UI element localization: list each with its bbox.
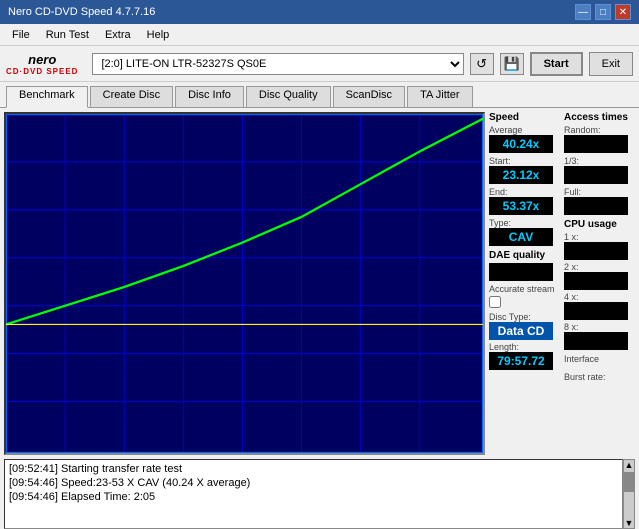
length-value: 79:57.72 bbox=[489, 352, 553, 370]
full-label: Full: bbox=[564, 187, 635, 197]
menu-extra[interactable]: Extra bbox=[97, 27, 139, 43]
burst-rate-label: Burst rate: bbox=[564, 372, 635, 382]
tab-benchmark[interactable]: Benchmark bbox=[6, 86, 88, 108]
cpu2x-value bbox=[564, 272, 628, 290]
scroll-down-button[interactable]: ▼ bbox=[625, 518, 634, 528]
tab-bar: Benchmark Create Disc Disc Info Disc Qua… bbox=[0, 82, 639, 108]
cpu2x-label: 2 x: bbox=[564, 262, 635, 272]
accurate-stream-checkbox-area bbox=[489, 296, 560, 308]
random-value bbox=[564, 135, 628, 153]
menu-bar: File Run Test Extra Help bbox=[0, 24, 639, 46]
title-bar: Nero CD-DVD Speed 4.7.7.16 — □ ✕ bbox=[0, 0, 639, 24]
chart-area: 56 X 48 X 40 X 32 X 24 X 16 X 8 X 24 20 … bbox=[4, 112, 485, 455]
cpu-usage-label: CPU usage bbox=[564, 219, 635, 230]
cpu1x-value bbox=[564, 242, 628, 260]
cpu8x-value bbox=[564, 332, 628, 350]
log-entry-2: [09:54:46] Elapsed Time: 2:05 bbox=[9, 490, 618, 504]
accurate-stream-label: Accurate stream bbox=[489, 284, 560, 294]
dae-value bbox=[489, 263, 553, 281]
tab-disc-info[interactable]: Disc Info bbox=[175, 86, 244, 107]
tab-ta-jitter[interactable]: TA Jitter bbox=[407, 86, 473, 107]
average-label: Average bbox=[489, 125, 560, 135]
cpu8x-label: 8 x: bbox=[564, 322, 635, 332]
right-panel: Speed Average 40.24x Start: 23.12x End: … bbox=[489, 108, 639, 459]
benchmark-chart: 56 X 48 X 40 X 32 X 24 X 16 X 8 X 24 20 … bbox=[6, 114, 483, 453]
menu-run-test[interactable]: Run Test bbox=[38, 27, 97, 43]
cpu4x-label: 4 x: bbox=[564, 292, 635, 302]
access-times-label: Access times bbox=[564, 112, 635, 123]
average-value: 40.24x bbox=[489, 135, 553, 153]
scroll-thumb[interactable] bbox=[624, 472, 634, 492]
log-wrapper: [09:52:41] Starting transfer rate test [… bbox=[4, 459, 635, 529]
window-controls: — □ ✕ bbox=[575, 4, 631, 20]
refresh-button[interactable]: ↺ bbox=[470, 53, 494, 75]
dae-section-label: DAE quality bbox=[489, 250, 560, 261]
menu-help[interactable]: Help bbox=[139, 27, 178, 43]
cpu1x-label: 1 x: bbox=[564, 232, 635, 242]
start-label: Start: bbox=[489, 156, 560, 166]
random-label: Random: bbox=[564, 125, 635, 135]
scroll-up-button[interactable]: ▲ bbox=[625, 460, 634, 470]
one-third-label: 1/3: bbox=[564, 156, 635, 166]
main-content: 56 X 48 X 40 X 32 X 24 X 16 X 8 X 24 20 … bbox=[0, 108, 639, 459]
logo-nero: nero bbox=[28, 52, 56, 67]
disc-type-label: Disc Type: bbox=[489, 312, 560, 322]
minimize-button[interactable]: — bbox=[575, 4, 591, 20]
menu-file[interactable]: File bbox=[4, 27, 38, 43]
full-value bbox=[564, 197, 628, 215]
title-text: Nero CD-DVD Speed 4.7.7.16 bbox=[8, 6, 155, 18]
tab-create-disc[interactable]: Create Disc bbox=[90, 86, 173, 107]
end-value: 53.37x bbox=[489, 197, 553, 215]
close-button[interactable]: ✕ bbox=[615, 4, 631, 20]
log-entry-0: [09:52:41] Starting transfer rate test bbox=[9, 462, 618, 476]
tab-disc-quality[interactable]: Disc Quality bbox=[246, 86, 331, 107]
speed-section-label: Speed bbox=[489, 112, 560, 123]
log-scrollbar[interactable]: ▲ ▼ bbox=[623, 459, 635, 529]
length-label: Length: bbox=[489, 342, 560, 352]
tab-scan-disc[interactable]: ScanDisc bbox=[333, 86, 405, 107]
exit-button[interactable]: Exit bbox=[589, 52, 633, 76]
save-button[interactable]: 💾 bbox=[500, 53, 524, 75]
maximize-button[interactable]: □ bbox=[595, 4, 611, 20]
app-logo: nero CD·DVD SPEED bbox=[6, 52, 78, 76]
end-label: End: bbox=[489, 187, 560, 197]
logo-sub: CD·DVD SPEED bbox=[6, 67, 78, 76]
disc-type-value: Data CD bbox=[489, 322, 553, 340]
log-area: [09:52:41] Starting transfer rate test [… bbox=[4, 459, 623, 529]
drive-select[interactable]: [2:0] LITE-ON LTR-52327S QS0E bbox=[92, 53, 463, 75]
type-label: Type: bbox=[489, 218, 560, 228]
one-third-value bbox=[564, 166, 628, 184]
log-entry-1: [09:54:46] Speed:23-53 X CAV (40.24 X av… bbox=[9, 476, 618, 490]
start-value: 23.12x bbox=[489, 166, 553, 184]
cpu4x-value bbox=[564, 302, 628, 320]
start-button[interactable]: Start bbox=[530, 52, 583, 76]
accurate-stream-checkbox[interactable] bbox=[489, 296, 501, 308]
type-value: CAV bbox=[489, 228, 553, 246]
interface-label: Interface bbox=[564, 354, 635, 364]
toolbar: nero CD·DVD SPEED [2:0] LITE-ON LTR-5232… bbox=[0, 46, 639, 82]
